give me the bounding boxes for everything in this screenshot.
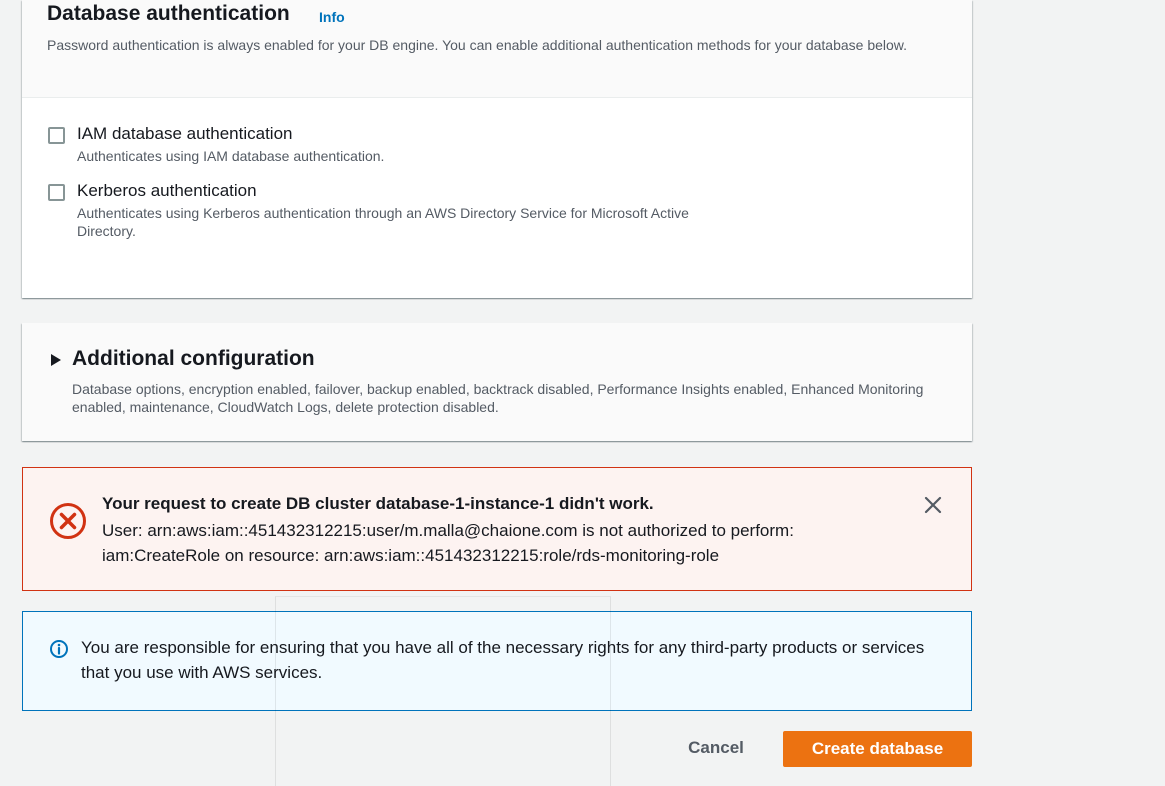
close-icon[interactable] — [923, 495, 943, 515]
error-alert: Your request to create DB cluster databa… — [22, 467, 972, 591]
error-alert-title: Your request to create DB cluster databa… — [102, 494, 654, 513]
kerberos-auth-checkbox[interactable] — [48, 184, 65, 201]
auth-panel-header: Database authentication Info Password au… — [22, 0, 972, 98]
additional-configuration-panel: Additional configuration Database option… — [22, 323, 972, 441]
info-alert: You are responsible for ensuring that yo… — [22, 611, 972, 711]
error-alert-message: User: arn:aws:iam::451432312215:user/m.m… — [102, 521, 794, 565]
additional-configuration-toggle[interactable]: Additional configuration — [72, 347, 315, 371]
info-circle-icon — [49, 639, 69, 659]
error-x-circle-icon — [48, 501, 88, 541]
kerberos-auth-description: Authenticates using Kerberos authenticat… — [77, 205, 689, 239]
iam-auth-description: Authenticates using IAM database authent… — [77, 148, 385, 164]
auth-panel-description: Password authentication is always enable… — [47, 37, 908, 53]
additional-configuration-description: Database options, encryption enabled, fa… — [72, 381, 924, 415]
iam-auth-checkbox[interactable] — [48, 127, 65, 144]
caret-right-icon[interactable] — [51, 354, 61, 366]
auth-panel-title: Database authentication — [47, 2, 290, 25]
kerberos-auth-label[interactable]: Kerberos authentication — [77, 181, 257, 201]
iam-auth-label[interactable]: IAM database authentication — [77, 124, 292, 144]
auth-info-link[interactable]: Info — [319, 9, 345, 25]
info-alert-message: You are responsible for ensuring that yo… — [81, 638, 925, 682]
create-database-button[interactable]: Create database — [783, 731, 972, 767]
database-authentication-panel: Database authentication Info Password au… — [22, 0, 972, 298]
cancel-button[interactable]: Cancel — [672, 732, 760, 764]
